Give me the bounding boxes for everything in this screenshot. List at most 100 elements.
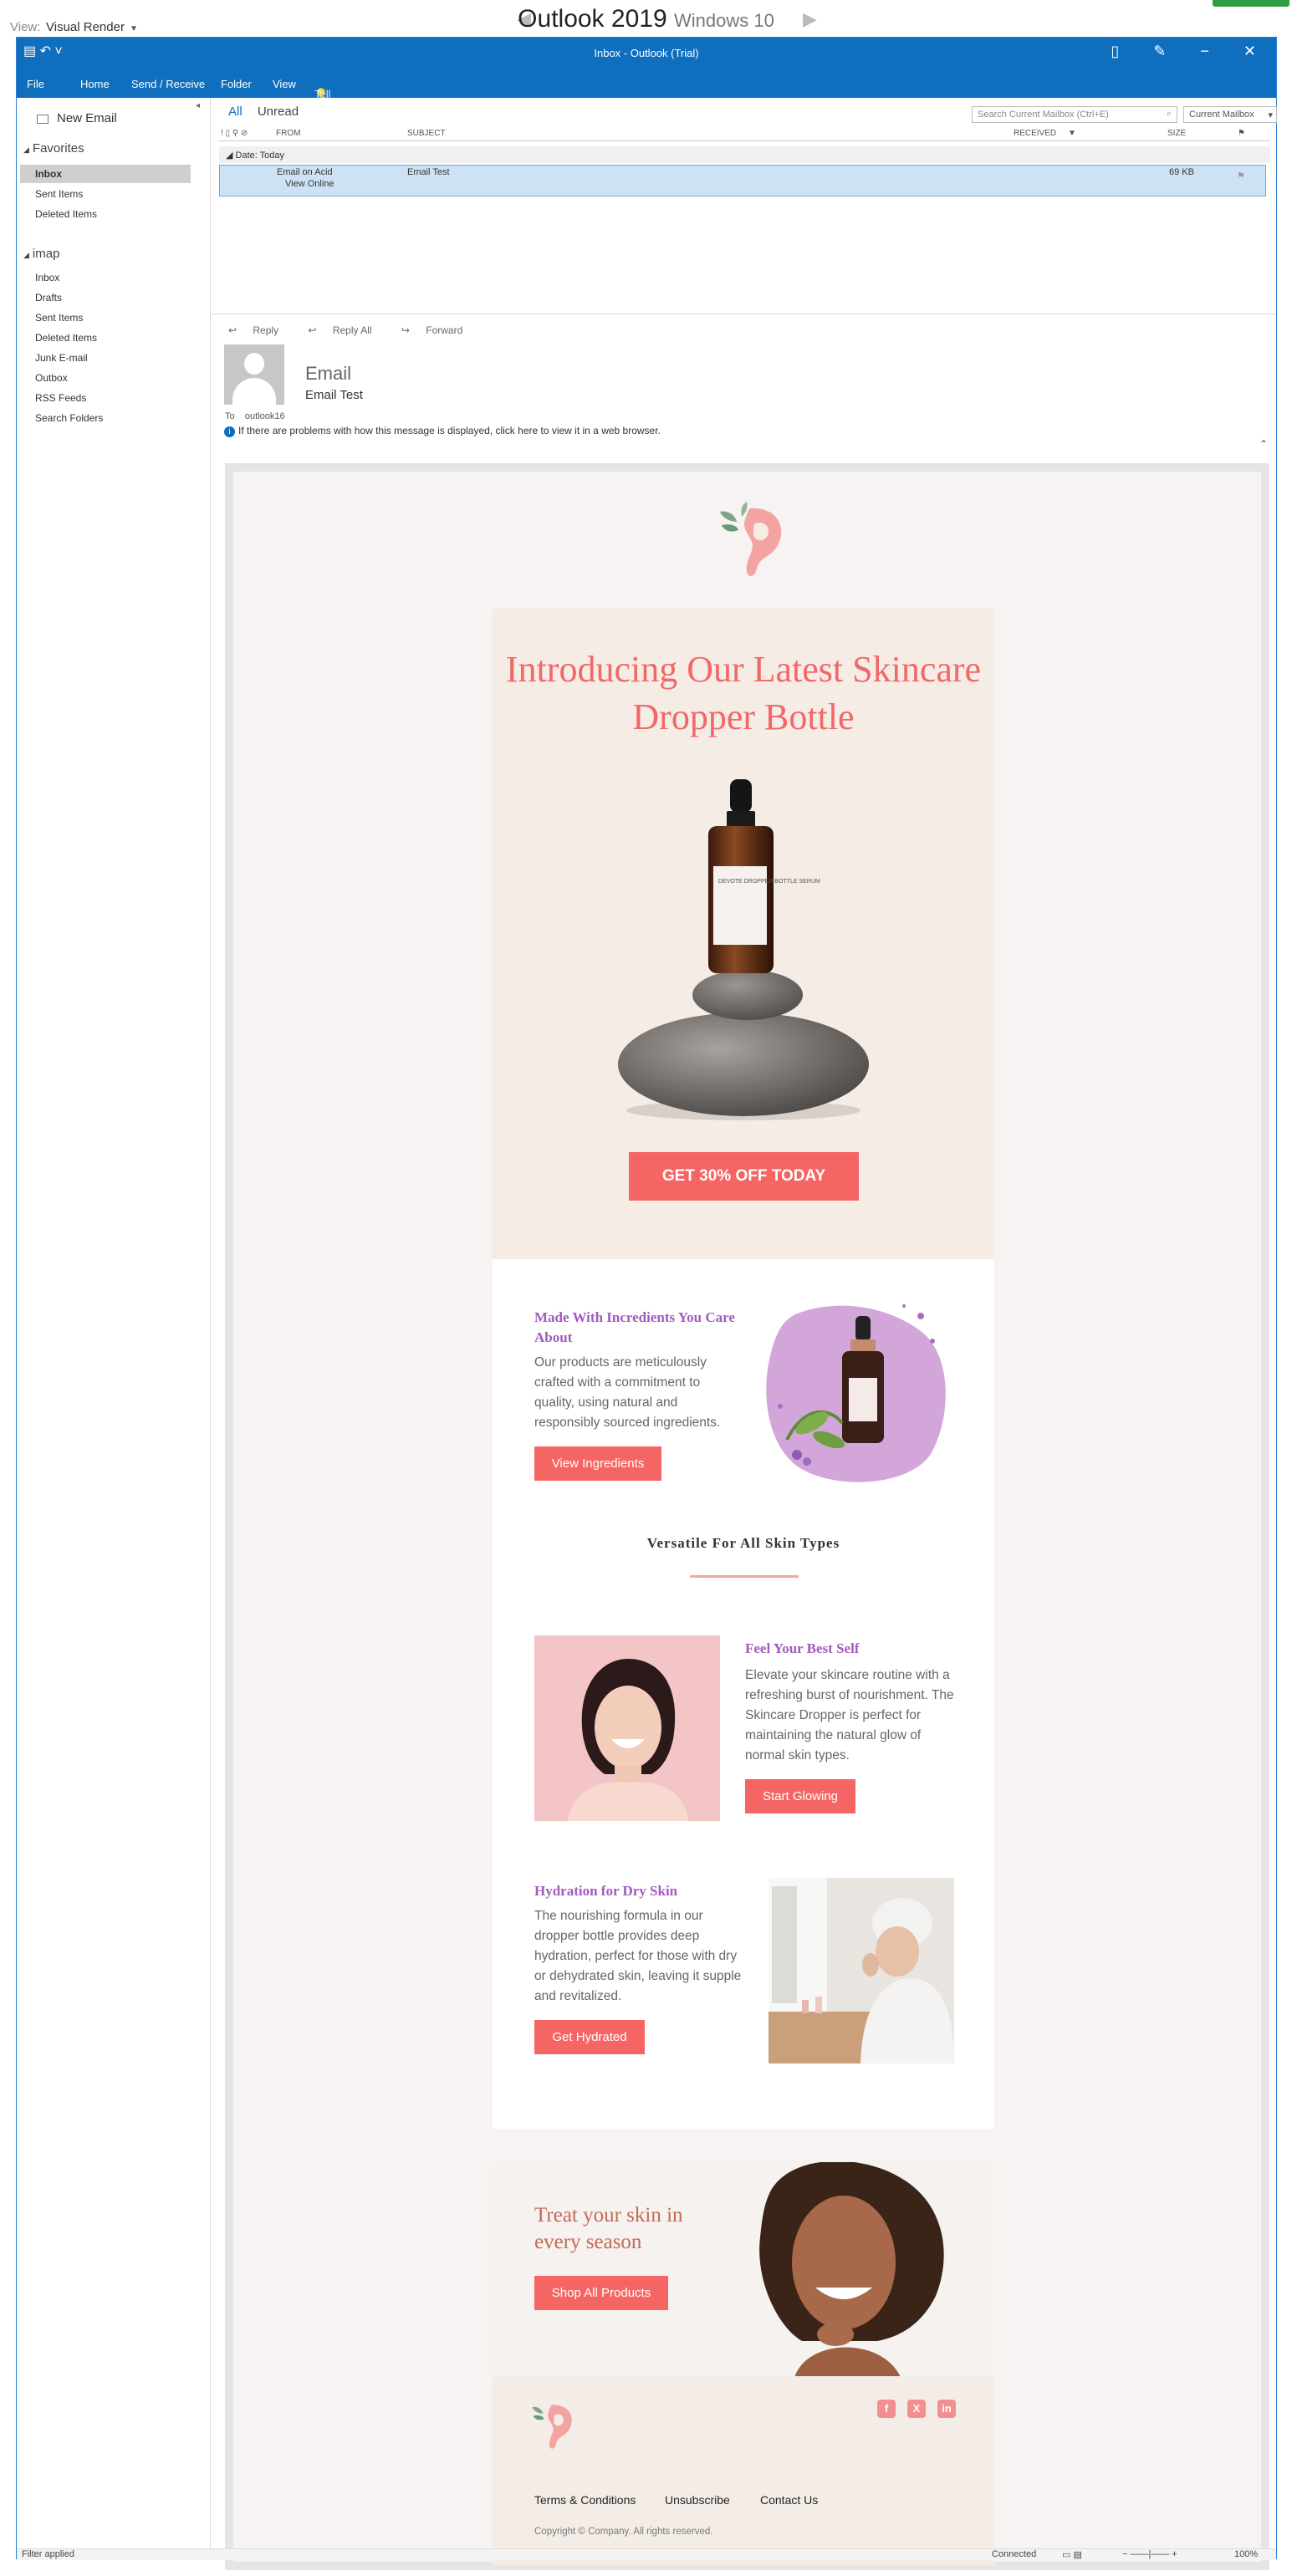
versatile-title: Versatile For All Skin Types xyxy=(646,1535,840,1551)
message-row[interactable]: Email on Acid View Online Email Test 69 … xyxy=(219,165,1266,196)
title-bar: ▤ ↶ ˅ Inbox - Outlook (Trial) ▯ ✎ − ✕ xyxy=(17,38,1276,68)
column-subject[interactable]: SUBJECT xyxy=(407,129,446,138)
column-received[interactable]: RECEIVED xyxy=(1014,129,1056,138)
folder-item-deleted[interactable]: Deleted Items xyxy=(20,329,191,347)
status-filter: Filter applied xyxy=(22,2549,74,2559)
favorites-label: Favorites xyxy=(32,141,84,156)
search-input[interactable]: Search Current Mailbox (Ctrl+E) ⌕ xyxy=(972,106,1177,123)
date-group-header[interactable]: ◢ Date: Today xyxy=(219,146,1270,163)
column-size[interactable]: SIZE xyxy=(1167,129,1186,138)
info-text: If there are problems with how this mess… xyxy=(238,425,661,436)
window-title: Inbox - Outlook (Trial) xyxy=(594,47,699,59)
folder-item-drafts[interactable]: Drafts xyxy=(20,288,191,307)
get-hydrated-button[interactable]: Get Hydrated xyxy=(534,2020,645,2054)
shop-all-products-button[interactable]: Shop All Products xyxy=(534,2276,668,2310)
view-toggle-icons[interactable]: ▭ ▤ xyxy=(1062,2549,1082,2560)
start-glowing-button[interactable]: Start Glowing xyxy=(745,1779,855,1813)
hero-section: Introducing Our Latest Skincare Dropper … xyxy=(493,609,994,1259)
smiling-woman-illustration xyxy=(534,1635,720,1821)
folder-item-sent[interactable]: Sent Items xyxy=(20,309,191,327)
tab-file[interactable]: File xyxy=(27,78,44,90)
new-email-label: New Email xyxy=(57,111,117,125)
green-action-button[interactable] xyxy=(1213,0,1289,7)
copyright: Copyright © Company. All rights reserved… xyxy=(534,2527,713,2537)
folder-item-search[interactable]: Search Folders xyxy=(20,409,191,427)
hydration-body: The nourishing formula in our dropper bo… xyxy=(534,1909,742,2003)
favorites-item-inbox[interactable]: Inbox xyxy=(20,165,191,183)
hero-cta-button[interactable]: GET 30% OFF TODAY xyxy=(629,1152,859,1201)
flag-icon[interactable]: ⚑ xyxy=(1237,171,1245,181)
window-controls[interactable]: ▯ ✎ − ✕ xyxy=(1111,43,1271,60)
collapse-pane-icon[interactable]: ◂ xyxy=(196,101,200,110)
column-from[interactable]: FROM xyxy=(276,129,300,138)
to-line: To outlook16 xyxy=(225,411,285,421)
info-icon: i xyxy=(224,426,235,437)
account-header[interactable]: ◢ imap xyxy=(23,247,59,261)
banner-section: Treat your skin in every season Shop All… xyxy=(493,2162,994,2381)
folder-item-inbox[interactable]: Inbox xyxy=(20,268,191,287)
email-footer: f X in Terms & Conditions Unsubscribe Co… xyxy=(493,2376,994,2565)
sort-desc-icon: ▼ xyxy=(1068,129,1076,138)
linkedin-icon[interactable]: in xyxy=(937,2400,956,2418)
expand-triangle-icon: ◢ xyxy=(23,251,29,259)
tab-home[interactable]: Home xyxy=(80,78,110,90)
favorites-header[interactable]: ◢ Favorites xyxy=(23,141,84,156)
reply-button[interactable]: ↩ Reply xyxy=(228,324,292,336)
reply-all-label: Reply All xyxy=(332,324,372,336)
reply-all-icon: ↩ xyxy=(308,324,319,336)
terms-link[interactable]: Terms & Conditions xyxy=(534,2493,636,2507)
avatar xyxy=(224,344,284,405)
best-self-body: Elevate your skincare routine with a ref… xyxy=(745,1668,954,1762)
woman-towel-photo xyxy=(769,1878,954,2063)
unsubscribe-link[interactable]: Unsubscribe xyxy=(665,2493,730,2507)
message-list: All Unread Search Current Mailbox (Ctrl+… xyxy=(212,98,1277,314)
zoom-slider[interactable]: − ——|—— + xyxy=(1122,2549,1177,2559)
reply-label: Reply xyxy=(253,324,279,336)
favorites-item-sent[interactable]: Sent Items xyxy=(20,185,191,203)
email-body-frame: Introducing Our Latest Skincare Dropper … xyxy=(225,463,1269,2570)
view-ingredients-button[interactable]: View Ingredients xyxy=(534,1446,661,1481)
info-bar[interactable]: i If there are problems with how this mes… xyxy=(224,425,661,437)
x-icon[interactable]: X xyxy=(907,2400,926,2418)
to-label: To xyxy=(225,411,235,421)
to-value[interactable]: outlook16 xyxy=(245,411,285,421)
reply-all-button[interactable]: ↩ Reply All xyxy=(308,324,385,336)
folder-item-outbox[interactable]: Outbox xyxy=(20,369,191,387)
search-placeholder: Search Current Mailbox (Ctrl+E) xyxy=(978,110,1109,120)
folder-item-junk[interactable]: Junk E-mail xyxy=(20,349,191,367)
folder-pane: ◂ New Email ◢ Favorites Inbox Sent Items … xyxy=(17,98,211,2560)
search-icon[interactable]: ⌕ xyxy=(1167,109,1172,120)
filter-unread[interactable]: Unread xyxy=(258,105,299,119)
ingredients-illustration xyxy=(766,1304,946,1482)
next-arrow-icon[interactable]: ▶ xyxy=(803,8,817,30)
brand-logo xyxy=(720,502,782,576)
contact-link[interactable]: Contact Us xyxy=(760,2493,818,2507)
outlook-window: ▤ ↶ ˅ Inbox - Outlook (Trial) ▯ ✎ − ✕ Fi… xyxy=(16,37,1277,2570)
chevron-down-icon: ▾ xyxy=(1268,110,1273,120)
tab-view[interactable]: View xyxy=(273,78,296,90)
view-online-link[interactable]: View Online xyxy=(285,179,334,189)
filter-all[interactable]: All xyxy=(228,105,243,119)
mailbox-scope-select[interactable]: Current Mailbox ▾ xyxy=(1183,106,1277,123)
tab-folder[interactable]: Folder xyxy=(221,78,252,90)
ingredients-body: Our products are meticulously crafted wi… xyxy=(534,1355,721,1430)
row-size: 69 KB xyxy=(1169,167,1194,177)
banner-title: Treat your skin in every season xyxy=(534,2204,683,2253)
ingredients-title: Made With Incredients You Care About xyxy=(534,1309,735,1345)
preview-toolbar: View: Visual Render ▼ ◀ Outlook 2019 Wind… xyxy=(0,0,1292,37)
tab-send-receive[interactable]: Send / Receive xyxy=(131,78,205,90)
forward-button[interactable]: ↪ Forward xyxy=(401,324,476,336)
mailbox-scope-value: Current Mailbox xyxy=(1189,110,1254,120)
envelope-icon xyxy=(37,114,49,124)
flag-column-icon[interactable]: ⚑ xyxy=(1238,129,1245,138)
collapse-header-icon[interactable]: ⌃ xyxy=(1259,438,1268,450)
column-icons[interactable]: ! ▯ ⚲ ⊘ xyxy=(221,129,248,138)
folder-item-rss[interactable]: RSS Feeds xyxy=(20,389,191,407)
status-bar: Filter applied Connected ▭ ▤ − ——|—— + 1… xyxy=(17,2548,1276,2560)
facebook-icon[interactable]: f xyxy=(877,2400,896,2418)
favorites-item-deleted[interactable]: Deleted Items xyxy=(20,205,191,223)
bottle-label: DEVOTE DROPPER BOTTLE SERUM xyxy=(718,879,820,885)
new-email-button[interactable]: New Email xyxy=(37,111,117,125)
sender-name: Email xyxy=(305,363,352,384)
smiling-woman-photo xyxy=(534,1635,720,1821)
